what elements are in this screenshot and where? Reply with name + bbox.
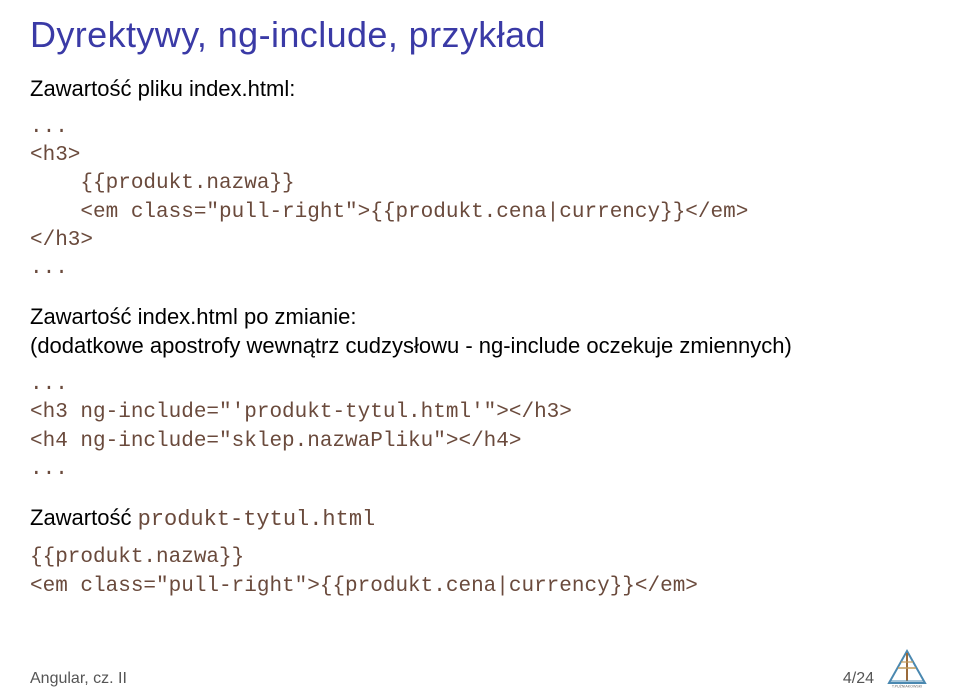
paragraph-file-index: Zawartość pliku index.html: [30,74,930,104]
inline-code-filename: produkt-tytul.html [138,507,376,532]
footer-right-group: 4/24 T.PUŹNIAKOWSKI [843,648,930,688]
paragraph-after-change: Zawartość index.html po zmianie: [30,302,930,332]
logo-caption: T.PUŹNIAKOWSKI [892,684,922,689]
footer-left: Angular, cz. II [30,670,127,688]
logo-icon: T.PUŹNIAKOWSKI [884,648,930,688]
slide: Dyrektywy, ng-include, przykład Zawartoś… [0,0,960,700]
footer-page-number: 4/24 [843,670,874,688]
code-block-1: ... <h3> {{produkt.nazwa}} <em class="pu… [30,114,930,284]
slide-body: Zawartość pliku index.html: ... <h3> {{p… [30,74,930,601]
slide-title: Dyrektywy, ng-include, przykład [30,14,930,56]
code-block-3: {{produkt.nazwa}} <em class="pull-right"… [30,544,930,601]
slide-footer: Angular, cz. II 4/24 T.PUŹNIAKOWSKI [30,648,930,688]
paragraph-apostrophes-note: (dodatkowe apostrofy wewnątrz cudzysłowu… [30,331,930,361]
code-block-2: ... <h3 ng-include="'produkt-tytul.html'… [30,371,930,484]
paragraph-produkt-tytul-prefix: Zawartość [30,505,138,530]
paragraph-produkt-tytul: Zawartość produkt-tytul.html [30,503,930,535]
